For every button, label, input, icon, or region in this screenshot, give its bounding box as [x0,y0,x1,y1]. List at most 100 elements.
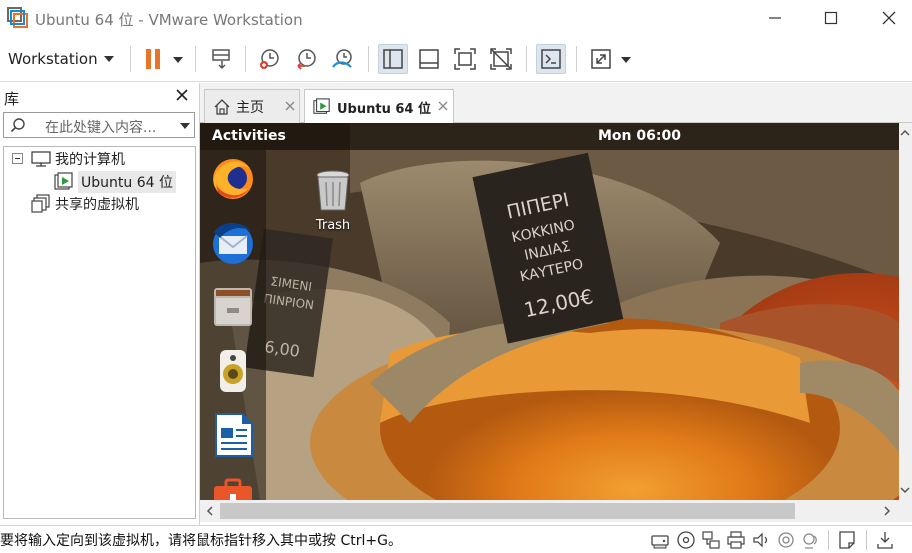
show-library-button[interactable] [378,44,408,74]
horizontal-scrollbar[interactable] [200,500,899,522]
scroll-corner [899,500,912,522]
stretch-guest-icon [591,49,611,69]
scroll-left-button[interactable] [202,503,218,519]
minimize-button[interactable] [752,0,798,36]
console-view-icon [541,49,561,69]
stretch-guest-button[interactable] [586,44,616,74]
vm-running-icon [313,98,330,114]
chevron-down-icon [103,56,114,62]
vmware-window: Ubuntu 64 位 - VMware Workstation Worksta… [0,0,912,553]
rhythmbox-icon[interactable] [208,346,258,396]
window-title: Ubuntu 64 位 - VMware Workstation [35,11,303,29]
revert-snapshot-icon [297,49,316,70]
send-ctrl-alt-del-button[interactable] [207,44,237,74]
tree-item-shared-vms[interactable]: 共享的虚拟机 [31,193,139,215]
desktop-wallpaper: ΠΙΠΕΡΙ ΚΟΚΚΙΝΟ ΙΝΔΙΑΣ ΚΑΥΤΕΡΟ 12,00€ ΣΙΜ… [200,123,899,500]
tree-label: 共享的虚拟机 [55,197,139,213]
tab-label: 主页 [236,99,264,116]
chevron-down-icon [900,487,910,494]
library-search-input[interactable]: 在此处键入内容... [3,112,195,138]
toolbar-divider [195,46,196,72]
hard-disk-icon[interactable] [650,530,670,550]
ubuntu-software-icon[interactable] [208,474,258,500]
activities-button[interactable]: Activities [212,128,286,144]
files-icon[interactable] [208,282,258,332]
library-title: 库 [4,90,20,108]
display-icon[interactable] [801,530,821,550]
show-library-icon [383,49,403,69]
tab-close-icon[interactable] [438,101,448,111]
console-view-button[interactable] [536,44,566,74]
unity-button[interactable] [486,44,516,74]
vmware-logo-icon [7,7,28,28]
home-icon [214,98,230,115]
toolbar-divider [368,46,369,72]
pause-dropdown-icon[interactable] [173,57,183,63]
unity-icon [490,48,512,70]
printer-icon[interactable] [726,530,746,550]
gnome-top-bar: Activities Mon 06:00 [200,123,899,150]
usb-icon[interactable] [776,530,796,550]
tree-label: Ubuntu 64 位 [78,171,176,193]
thunderbird-icon[interactable] [208,218,258,268]
clock[interactable]: Mon 06:00 [598,128,681,144]
pause-button[interactable] [138,44,168,74]
close-icon[interactable] [176,89,188,101]
tab-ubuntu-vm[interactable]: Ubuntu 64 位 [304,89,454,124]
chevron-down-icon[interactable] [180,123,190,129]
download-icon[interactable] [875,530,895,550]
snapshot-manager-button[interactable] [328,44,358,74]
tree-item-ubuntu-vm[interactable]: Ubuntu 64 位 [54,171,176,193]
ubuntu-dock [200,150,266,500]
snapshot-icon [260,49,279,69]
pause-icon [146,49,160,69]
close-icon [882,11,896,25]
horizontal-scroll-thumb[interactable] [220,503,795,519]
workstation-menu[interactable]: Workstation [8,45,114,73]
toolbar-divider [245,46,246,72]
scroll-down-button[interactable] [897,482,912,498]
take-snapshot-button[interactable] [255,44,285,74]
tree-item-my-computer[interactable]: 我的计算机 [31,148,125,170]
tree-label: 我的计算机 [55,152,125,168]
tab-strip: 主页 Ubuntu 64 位 [200,83,912,124]
workstation-menu-label: Workstation [8,50,98,68]
tab-close-icon[interactable] [285,101,295,111]
vm-running-icon [54,172,73,190]
cd-dvd-icon[interactable] [676,530,696,550]
revert-snapshot-button[interactable] [292,44,322,74]
single-window-icon [419,49,439,69]
chevron-up-icon [900,129,910,136]
maximize-icon [824,11,838,25]
collapse-toggle[interactable] [12,153,23,164]
toolbar-divider [576,46,577,72]
minimize-icon [769,17,781,19]
maximize-button[interactable] [808,0,854,36]
network-icon[interactable] [701,530,721,550]
sound-icon[interactable] [751,530,771,550]
full-screen-button[interactable] [450,44,480,74]
status-bar: 要将输入定向到该虚拟机，请将鼠标指针移入其中或按 Ctrl+G。 [0,525,912,553]
library-header: 库 [0,83,199,111]
thumbnail-bar-button[interactable] [414,44,444,74]
message-icon[interactable] [837,530,857,550]
shared-vm-icon [31,194,50,213]
toolbar-divider [526,46,527,72]
send-ctrl-alt-del-icon [212,49,230,70]
library-panel: 库 在此处键入内容... 我的计算机 Ubuntu 64 位 共享的虚拟机 [0,83,199,525]
vertical-scrollbar[interactable] [899,123,912,500]
scroll-right-button[interactable] [879,503,895,519]
tab-home[interactable]: 主页 [204,89,300,123]
snapshot-manager-icon [332,49,352,68]
desktop-trash[interactable]: Trash [308,168,358,233]
search-placeholder: 在此处键入内容... [45,120,157,136]
vm-console[interactable]: ΠΙΠΕΡΙ ΚΟΚΚΙΝΟ ΙΝΔΙΑΣ ΚΑΥΤΕΡΟ 12,00€ ΣΙΜ… [200,123,899,500]
firefox-icon[interactable] [208,154,258,204]
stretch-dropdown-icon[interactable] [621,57,631,63]
status-message: 要将输入定向到该虚拟机，请将鼠标指针移入其中或按 Ctrl+G。 [0,533,402,549]
trash-icon [316,170,350,211]
close-button[interactable] [866,0,912,36]
scroll-up-button[interactable] [897,125,912,141]
status-divider [866,530,867,550]
libreoffice-writer-icon[interactable] [208,410,258,460]
